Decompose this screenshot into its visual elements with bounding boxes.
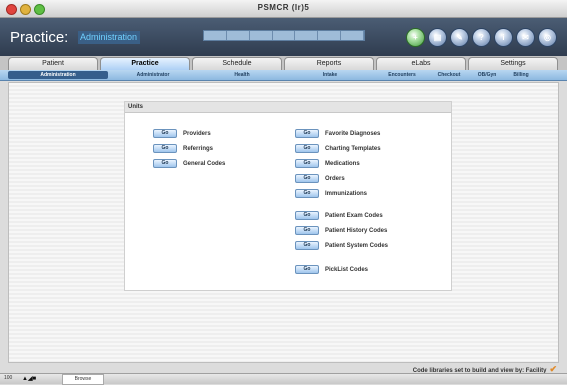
code-label: Providers bbox=[183, 130, 211, 137]
mountain-icon[interactable]: ▲◢■ bbox=[22, 375, 36, 382]
app-title: Practice: bbox=[10, 29, 69, 46]
content-area: Units Go Providers Go Referrings Go Gene… bbox=[8, 82, 559, 363]
window-title: PSMCR (Ir)5 bbox=[257, 3, 310, 12]
code-label: Patient Exam Codes bbox=[325, 212, 383, 219]
sub-tabs: Administration Administrator Health Inta… bbox=[0, 70, 567, 81]
app-header: Practice: Administration + ▤ ✎ ? i ✉ ◎ bbox=[0, 18, 567, 56]
printer-icon[interactable]: ▤ bbox=[428, 28, 447, 47]
go-button[interactable]: Go bbox=[295, 226, 319, 235]
tab-settings[interactable]: Settings bbox=[468, 57, 558, 71]
panel-title: Units bbox=[125, 102, 451, 113]
tab-schedule[interactable]: Schedule bbox=[192, 57, 282, 71]
quick-nav-item[interactable] bbox=[318, 31, 342, 40]
target-icon[interactable]: ◎ bbox=[538, 28, 557, 47]
mode-browse[interactable]: Browse bbox=[62, 374, 104, 385]
tab-patient[interactable]: Patient bbox=[8, 57, 98, 71]
go-button[interactable]: Go bbox=[153, 159, 177, 168]
go-button[interactable]: Go bbox=[153, 144, 177, 153]
code-row-providers: Go Providers bbox=[153, 129, 211, 138]
quick-nav-item[interactable] bbox=[341, 31, 365, 40]
tab-elabs[interactable]: eLabs bbox=[376, 57, 466, 71]
info-icon[interactable]: i bbox=[494, 28, 513, 47]
tab-practice[interactable]: Practice bbox=[100, 57, 190, 71]
codes-panel: Units Go Providers Go Referrings Go Gene… bbox=[124, 101, 452, 291]
quick-nav-item[interactable] bbox=[250, 31, 273, 40]
toolbar-icons: + ▤ ✎ ? i ✉ ◎ bbox=[406, 28, 557, 47]
go-button[interactable]: Go bbox=[295, 189, 319, 198]
go-button[interactable]: Go bbox=[295, 129, 319, 138]
subtab-encounters[interactable]: Encounters bbox=[374, 72, 430, 78]
subtab-checkout[interactable]: Checkout bbox=[430, 72, 468, 78]
code-row-patient-history-codes: Go Patient History Codes bbox=[295, 226, 387, 235]
code-label: Patient System Codes bbox=[325, 242, 389, 249]
subtab-billing[interactable]: Billing bbox=[506, 72, 536, 78]
go-button[interactable]: Go bbox=[153, 129, 177, 138]
code-row-immunizations: Go Immunizations bbox=[295, 189, 367, 198]
code-label: General Codes bbox=[183, 160, 226, 167]
mail-icon[interactable]: ✉ bbox=[516, 28, 535, 47]
plus-icon[interactable]: + bbox=[406, 28, 425, 47]
main-tabs: Patient Practice Schedule Reports eLabs … bbox=[0, 56, 567, 71]
subtab-administrator[interactable]: Administrator bbox=[108, 72, 198, 78]
code-row-patient-system-codes: Go Patient System Codes bbox=[295, 241, 388, 250]
go-button[interactable]: Go bbox=[295, 174, 319, 183]
quick-nav-item[interactable] bbox=[273, 31, 296, 40]
code-label: Immunizations bbox=[325, 190, 368, 197]
subtab-intake[interactable]: Intake bbox=[286, 72, 374, 78]
zoom-level[interactable]: 100 bbox=[4, 375, 12, 381]
go-button[interactable]: Go bbox=[295, 241, 319, 250]
code-row-picklist-codes: Go PickList Codes bbox=[295, 265, 368, 274]
go-button[interactable]: Go bbox=[295, 265, 319, 274]
code-row-general-codes: Go General Codes bbox=[153, 159, 225, 168]
bottom-bar: 100 ▲◢■ Browse bbox=[0, 373, 567, 385]
code-row-orders: Go Orders bbox=[295, 174, 345, 183]
code-label: Medications bbox=[325, 160, 360, 167]
go-button[interactable]: Go bbox=[295, 211, 319, 220]
subtab-administration[interactable]: Administration bbox=[8, 71, 108, 79]
tab-reports[interactable]: Reports bbox=[284, 57, 374, 71]
quick-nav bbox=[203, 30, 365, 41]
code-row-patient-exam-codes: Go Patient Exam Codes bbox=[295, 211, 383, 220]
code-row-medications: Go Medications bbox=[295, 159, 360, 168]
quick-nav-item[interactable] bbox=[227, 31, 250, 40]
tools-icon[interactable]: ✎ bbox=[450, 28, 469, 47]
code-label: Orders bbox=[325, 175, 345, 182]
help-icon[interactable]: ? bbox=[472, 28, 491, 47]
code-label: Charting Templates bbox=[325, 145, 381, 152]
quick-nav-item[interactable] bbox=[295, 31, 319, 40]
code-label: Favorite Diagnoses bbox=[325, 130, 381, 137]
subtab-obgyn[interactable]: OB/Gyn bbox=[468, 72, 506, 78]
section-title: Administration bbox=[78, 31, 140, 44]
quick-nav-item[interactable] bbox=[204, 31, 227, 40]
go-button[interactable]: Go bbox=[295, 144, 319, 153]
go-button[interactable]: Go bbox=[295, 159, 319, 168]
code-label: Referrings bbox=[183, 145, 214, 152]
title-bar: PSMCR (Ir)5 bbox=[0, 0, 567, 18]
code-row-referrings: Go Referrings bbox=[153, 144, 213, 153]
subtab-health[interactable]: Health bbox=[198, 72, 286, 78]
code-row-charting-templates: Go Charting Templates bbox=[295, 144, 381, 153]
code-label: Patient History Codes bbox=[325, 227, 388, 234]
code-label: PickList Codes bbox=[325, 266, 369, 273]
code-row-favorite-diagnoses: Go Favorite Diagnoses bbox=[295, 129, 380, 138]
